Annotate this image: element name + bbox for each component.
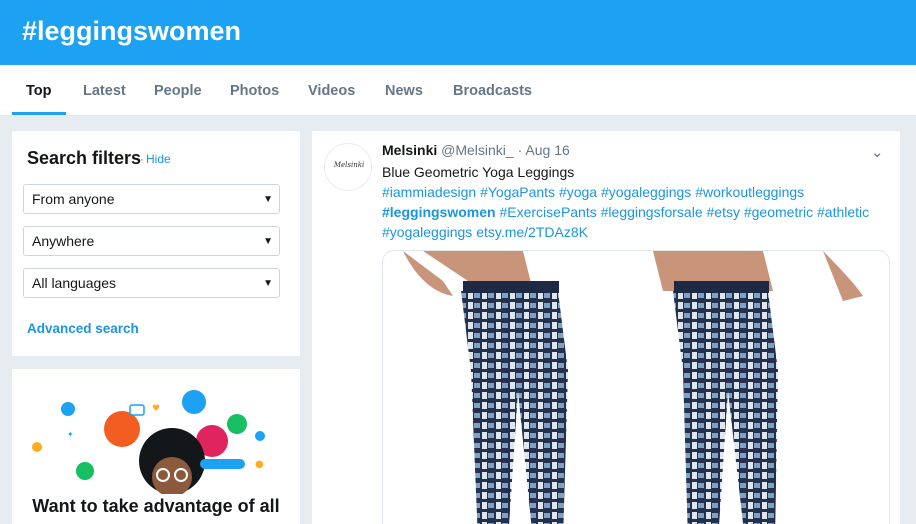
from-accounts-select[interactable]: From anyone ▼ — [23, 184, 280, 214]
tweet-url-link[interactable]: etsy.me/2TDAz8K — [476, 224, 588, 240]
tab-news[interactable]: News — [371, 65, 437, 115]
hashtag-link[interactable]: #geometric — [744, 204, 813, 220]
tab-people[interactable]: People — [140, 65, 216, 115]
leggings-photo — [403, 251, 863, 524]
language-value: All languages — [32, 275, 117, 291]
tweet-author-name[interactable]: Melsinki — [382, 142, 437, 158]
tweet-text: Blue Geometric Yoga Leggings #iammiadesi… — [382, 162, 882, 242]
hide-filters-link[interactable]: Hide — [146, 152, 171, 166]
hashtag-link[interactable]: #YogaPants — [480, 184, 555, 200]
tweet-separator: · — [517, 142, 523, 158]
hashtag-link[interactable]: #iammiadesign — [382, 184, 476, 200]
svg-text:♥: ♥ — [152, 404, 160, 414]
svg-text:●: ● — [255, 459, 264, 470]
avatar-logo-text: Melsinki — [333, 161, 365, 169]
tweet-date[interactable]: Aug 16 — [525, 142, 569, 158]
hashtag-link[interactable]: #etsy — [707, 204, 740, 220]
hashtag-link-current[interactable]: #leggingswomen — [382, 204, 496, 220]
svg-text:✦: ✦ — [67, 430, 74, 439]
hashtag-link[interactable]: #leggingsforsale — [601, 204, 703, 220]
hashtag-link[interactable]: #yogaleggings — [382, 224, 472, 240]
tweet-card[interactable]: Melsinki Melsinki @Melsinki_ · Aug 16 ⌄ … — [312, 131, 900, 524]
hashtag-banner: #leggingswomen — [0, 0, 916, 65]
page-title: #leggingswomen — [22, 16, 242, 46]
search-filters-title: Search filters — [27, 148, 142, 168]
promo-card: ✦ ♥ ● Want to take advantage of all — [12, 369, 300, 524]
tweet-author-handle[interactable]: @Melsinki_ — [441, 142, 514, 158]
from-accounts-value: From anyone — [32, 191, 115, 207]
hashtag-link[interactable]: #workoutleggings — [695, 184, 804, 200]
chevron-down-icon[interactable]: ⌄ — [871, 143, 884, 161]
language-select[interactable]: All languages ▼ — [23, 268, 280, 298]
caret-down-icon: ▼ — [263, 236, 273, 247]
tweet-header: Melsinki @Melsinki_ · Aug 16 — [382, 142, 570, 158]
tweet-title: Blue Geometric Yoga Leggings — [382, 164, 575, 180]
tab-photos[interactable]: Photos — [216, 65, 293, 115]
tab-videos[interactable]: Videos — [294, 65, 369, 115]
location-select[interactable]: Anywhere ▼ — [23, 226, 280, 256]
hashtag-link[interactable]: #ExercisePants — [499, 204, 596, 220]
tab-top[interactable]: Top — [12, 65, 66, 115]
tab-latest[interactable]: Latest — [69, 65, 140, 115]
promo-heading: Want to take advantage of all — [32, 496, 280, 516]
tweet-tags: #iammiadesign #YogaPants #yoga #yogalegg… — [382, 182, 882, 242]
separator-dot: · — [140, 152, 144, 166]
hashtag-link[interactable]: #athletic — [817, 204, 869, 220]
tab-broadcasts[interactable]: Broadcasts — [439, 65, 546, 115]
promo-illustration: ✦ ♥ ● — [32, 390, 265, 497]
search-tabs: Top Latest People Photos Videos News Bro… — [0, 65, 916, 116]
avatar[interactable]: Melsinki — [324, 143, 372, 191]
advanced-search-link[interactable]: Advanced search — [27, 321, 139, 336]
search-filters-card: Search filters · Hide From anyone ▼ Anyw… — [12, 131, 300, 356]
caret-down-icon: ▼ — [263, 194, 273, 205]
hashtag-link[interactable]: #yoga — [559, 184, 597, 200]
caret-down-icon: ▼ — [263, 278, 273, 289]
hashtag-link[interactable]: #yogaleggings — [601, 184, 691, 200]
location-value: Anywhere — [32, 233, 95, 249]
tweet-media-image[interactable] — [382, 250, 890, 524]
